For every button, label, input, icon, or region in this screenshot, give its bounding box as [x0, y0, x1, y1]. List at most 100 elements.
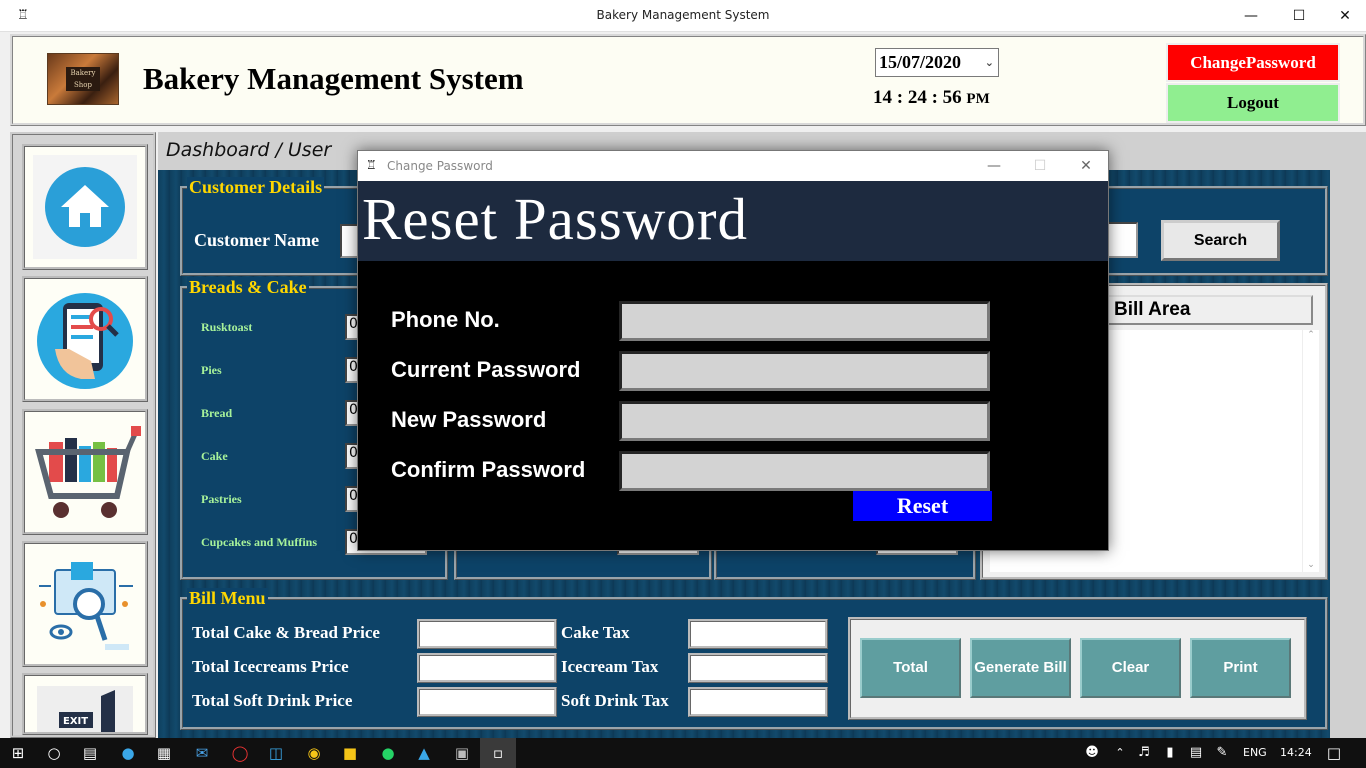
task-view-icon[interactable]: ▤ — [72, 738, 108, 768]
bakery-logo: Bakery Shop — [47, 53, 119, 105]
volume-icon[interactable]: ♬ — [1130, 738, 1158, 768]
item-label-pies: Pies — [201, 363, 222, 377]
taskbar-clock[interactable]: 14:24 — [1280, 746, 1312, 759]
customer-details-label: Customer Details — [187, 177, 325, 198]
store-icon[interactable]: ▦ — [146, 738, 182, 768]
scroll-down-icon[interactable]: ⌄ — [1303, 560, 1319, 570]
dialog-title: Change Password — [387, 159, 493, 173]
icecream-tax-input[interactable] — [688, 653, 828, 683]
sidebar-item-exit[interactable]: EXIT — [22, 673, 148, 735]
network-icon[interactable]: ▤ — [1182, 738, 1210, 768]
exit-icon: EXIT — [37, 686, 133, 732]
inspect-icon — [39, 562, 133, 650]
database-icon[interactable]: ▣ — [444, 738, 480, 768]
cake-tax-input[interactable] — [688, 619, 828, 649]
total-softdrink-input[interactable] — [417, 687, 557, 717]
item-label-cupcakes: Cupcakes and Muffins — [201, 535, 318, 549]
dialog-close-icon[interactable]: ✕ — [1063, 151, 1109, 181]
phone-label: Phone No. — [391, 307, 500, 332]
dialog-maximize-icon: ☐ — [1033, 158, 1047, 174]
breadcrumb: Dashboard / User — [166, 139, 332, 161]
bill-menu-label: Bill Menu — [187, 588, 268, 609]
total-button[interactable]: Total — [860, 638, 961, 698]
clock: 14 : 24 : 56 PM — [873, 87, 990, 109]
search-button[interactable]: Search — [1161, 220, 1280, 261]
maximize-icon[interactable]: ☐ — [1276, 0, 1322, 32]
chevron-down-icon: ⌄ — [984, 56, 994, 69]
generate-bill-button[interactable]: Generate Bill — [970, 638, 1071, 698]
dialog-header: Reset Password — [358, 181, 1108, 261]
date-picker[interactable]: 15/07/2020 ⌄ — [875, 48, 999, 77]
softdrink-tax-input[interactable] — [688, 687, 828, 717]
battery-icon[interactable]: ▮ — [1156, 738, 1184, 768]
home-icon — [33, 155, 137, 259]
current-password-label: Current Password — [391, 357, 581, 382]
total-cake-bread-label: Total Cake & Bread Price — [192, 623, 380, 642]
edge-icon[interactable]: ● — [110, 738, 146, 768]
folder-icon[interactable]: ■ — [332, 738, 368, 768]
close-icon[interactable]: ✕ — [1322, 0, 1366, 32]
softdrink-tax-label: Soft Drink Tax — [561, 691, 669, 710]
item-label-rusktoast: Rusktoast — [201, 320, 253, 334]
date-value: 15/07/2020 — [879, 52, 962, 72]
breads-cake-label: Breads & Cake — [187, 277, 309, 298]
phone-input[interactable] — [619, 301, 990, 341]
new-password-input[interactable] — [619, 401, 990, 441]
clear-button[interactable]: Clear — [1080, 638, 1181, 698]
reset-button[interactable]: Reset — [853, 491, 992, 521]
python-app-icon[interactable]: ▫ — [480, 738, 516, 768]
calendar-icon[interactable]: ◫ — [258, 738, 294, 768]
phone-search-icon — [37, 293, 133, 389]
scroll-up-icon[interactable]: ⌃ — [1303, 330, 1319, 340]
search-icon[interactable]: ○ — [36, 738, 72, 768]
whatsapp-icon[interactable]: ● — [370, 738, 406, 768]
sidebar-item-shop[interactable] — [22, 409, 148, 535]
cake-tax-label: Cake Tax — [561, 623, 630, 642]
opera-icon[interactable]: ◯ — [222, 738, 258, 768]
total-icecreams-input[interactable] — [417, 653, 557, 683]
cart-icon — [35, 426, 141, 518]
dialog-minimize-icon[interactable]: — — [971, 151, 1017, 181]
item-label-pastries: Pastries — [201, 492, 242, 506]
customer-name-label: Customer Name — [194, 230, 320, 250]
sidebar-item-home[interactable] — [22, 144, 148, 270]
clock-time: 14 : 24 : 56 — [873, 87, 962, 108]
total-icecreams-label: Total Icecreams Price — [192, 657, 349, 676]
language-indicator[interactable]: ENG — [1243, 746, 1267, 759]
notification-icon[interactable]: □ — [1316, 738, 1352, 768]
total-cake-bread-input[interactable] — [417, 619, 557, 649]
pen-icon[interactable]: ✎ — [1208, 738, 1236, 768]
bill-scrollbar[interactable]: ⌃ ⌄ — [1302, 330, 1319, 572]
window-titlebar: ♖ Bakery Management System — ☐ ✕ — [0, 0, 1366, 32]
total-softdrink-label: Total Soft Drink Price — [192, 691, 353, 710]
clock-suffix: PM — [966, 91, 990, 107]
icecream-tax-label: Icecream Tax — [561, 657, 659, 676]
new-password-label: New Password — [391, 407, 547, 432]
item-label-bread: Bread — [201, 406, 233, 420]
vscode-icon[interactable]: ▲ — [406, 738, 442, 768]
change-password-dialog: ♖ Change Password — ☐ ✕ Reset Password P… — [357, 150, 1109, 551]
people-icon[interactable]: ☻ — [1074, 738, 1110, 768]
app-header: Bakery Shop Bakery Management System 15/0… — [10, 34, 1366, 126]
taskbar: ⊞ ○ ▤ ● ▦ ✉ ◯ ◫ ◉ ■ ● ▲ ▣ ▫ ☻ ⌃ ♬ ▮ ▤ ✎ … — [0, 738, 1366, 768]
sidebar-item-inventory[interactable] — [22, 541, 148, 667]
item-label-cake: Cake — [201, 449, 228, 463]
logout-button[interactable]: Logout — [1166, 83, 1340, 123]
bill-area-title: Bill Area — [1095, 295, 1313, 325]
print-button[interactable]: Print — [1190, 638, 1291, 698]
confirm-password-input[interactable] — [619, 451, 990, 491]
mail-icon[interactable]: ✉ — [184, 738, 220, 768]
chrome-icon[interactable]: ◉ — [296, 738, 332, 768]
reset-password-heading: Reset Password — [362, 186, 749, 252]
window-title: Bakery Management System — [596, 8, 770, 22]
current-password-input[interactable] — [619, 351, 990, 391]
exit-label: EXIT — [63, 716, 88, 727]
confirm-password-label: Confirm Password — [391, 457, 586, 482]
change-password-button[interactable]: ChangePassword — [1166, 43, 1340, 82]
sidebar-item-search-bill[interactable] — [22, 276, 148, 402]
start-icon[interactable]: ⊞ — [0, 738, 36, 768]
minimize-icon[interactable]: — — [1228, 0, 1274, 32]
dialog-app-icon: ♖ — [366, 158, 377, 172]
sidebar: EXIT — [10, 132, 156, 738]
dialog-titlebar: ♖ Change Password — ☐ ✕ — [358, 151, 1108, 181]
